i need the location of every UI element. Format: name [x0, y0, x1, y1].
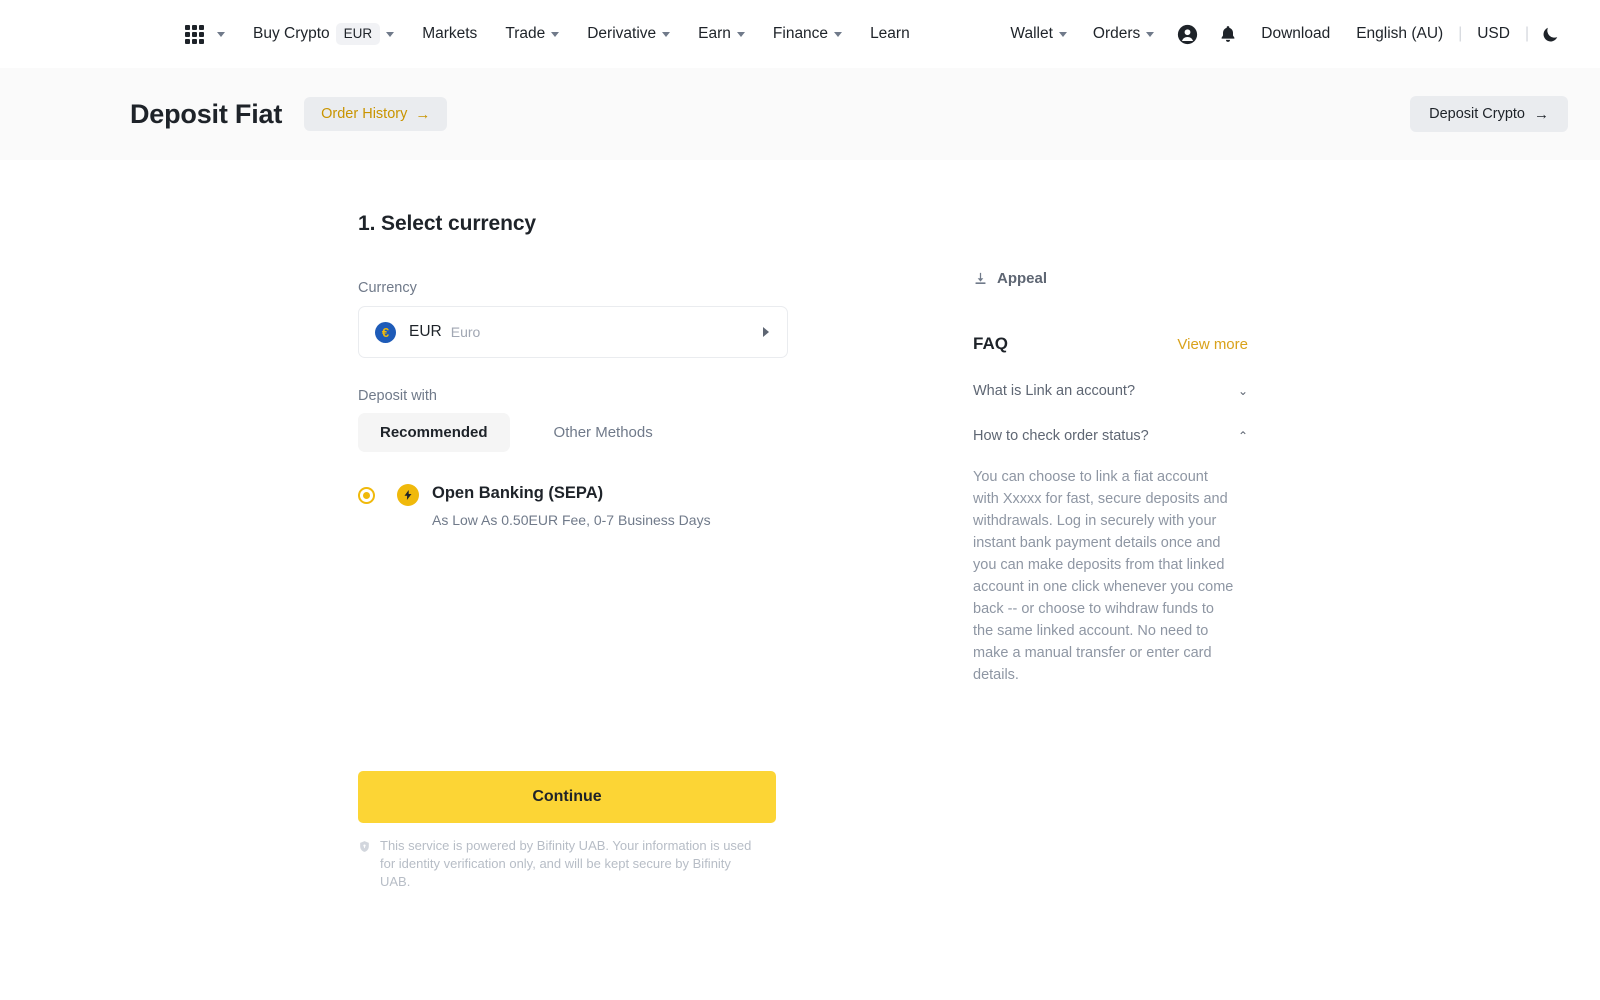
navbar-divider-2: |	[1524, 25, 1529, 42]
main-panel: 1. Select currency Currency € EUR Euro D…	[0, 160, 1600, 1000]
nav-label-language: English (AU)	[1356, 25, 1444, 42]
currency-code: EUR	[409, 323, 442, 340]
deposit-method-tabs: Recommended Other Methods	[358, 413, 788, 452]
nav-label-finance: Finance	[772, 25, 829, 42]
appeal-label: Appeal	[997, 270, 1048, 287]
nav-item-finance[interactable]: Finance	[759, 25, 856, 43]
tab-other-methods[interactable]: Other Methods	[532, 413, 675, 452]
page-title: Deposit Fiat	[130, 98, 283, 129]
chevron-right-icon	[763, 327, 769, 337]
navbar-right-group: Wallet Orders Download English (AU) | US…	[997, 24, 1570, 45]
arrow-right-icon: →	[415, 105, 431, 123]
content-area: 1. Select currency Currency € EUR Euro D…	[0, 212, 1600, 892]
faq-view-more-link[interactable]: View more	[1177, 336, 1248, 353]
faq-question: What is Link an account?	[973, 383, 1136, 399]
theme-toggle-button[interactable]	[1531, 25, 1570, 44]
nav-label-wallet: Wallet	[1010, 25, 1053, 42]
nav-label-buy-crypto: Buy Crypto	[253, 25, 330, 42]
nav-item-markets[interactable]: Markets	[408, 25, 491, 43]
nav-item-buy-crypto[interactable]: Buy Crypto EUR	[239, 22, 408, 46]
tab-recommended[interactable]: Recommended	[358, 413, 510, 452]
nav-label-markets: Markets	[422, 25, 478, 42]
nav-label-trade: Trade	[505, 25, 546, 42]
nav-label-earn: Earn	[698, 25, 731, 42]
top-navbar: Buy Crypto EUR Markets Trade Derivative …	[0, 0, 1600, 68]
chevron-up-icon: ⌃	[1237, 429, 1248, 443]
continue-button[interactable]: Continue	[358, 771, 776, 823]
moon-icon	[1543, 27, 1558, 41]
nav-item-derivative[interactable]: Derivative	[573, 25, 684, 43]
chevron-down-icon	[551, 31, 560, 37]
nav-item-earn[interactable]: Earn	[684, 25, 759, 43]
chevron-down-icon	[662, 31, 671, 37]
deposit-crypto-label: Deposit Crypto	[1429, 106, 1525, 122]
currency-select[interactable]: € EUR Euro	[358, 306, 788, 358]
nav-item-language[interactable]: English (AU)	[1343, 25, 1456, 43]
nav-item-learn[interactable]: Learn	[856, 25, 924, 43]
chevron-down-icon	[834, 31, 843, 37]
faq-item-order-status[interactable]: How to check order status? ⌃	[973, 428, 1248, 444]
nav-currency-badge[interactable]: EUR	[335, 22, 381, 46]
deposit-crypto-button[interactable]: Deposit Crypto →	[1410, 96, 1568, 132]
order-history-button[interactable]: Order History →	[304, 97, 448, 131]
nav-label-derivative: Derivative	[587, 25, 657, 42]
appeal-download-icon	[975, 272, 986, 284]
chevron-down-icon	[1146, 31, 1155, 37]
nav-label-currency: USD	[1477, 25, 1510, 42]
nav-item-trade[interactable]: Trade	[491, 25, 573, 43]
eur-coin-icon: €	[375, 321, 396, 343]
currency-name: Euro	[450, 324, 481, 340]
user-circle-icon	[1178, 24, 1198, 44]
nav-item-download[interactable]: Download	[1248, 25, 1343, 43]
step-title: 1. Select currency	[358, 212, 536, 235]
arrow-right-icon: →	[1534, 105, 1549, 123]
faq-answer-text: You can choose to link a fiat account wi…	[973, 469, 1234, 684]
navbar-left-group: Buy Crypto EUR Markets Trade Derivative …	[185, 22, 924, 46]
payment-method-subtitle: As Low As 0.50EUR Fee, 0-7 Business Days	[432, 512, 711, 528]
faq-header: FAQ View more	[973, 334, 1248, 354]
deposit-form-column: 1. Select currency Currency € EUR Euro D…	[358, 212, 788, 892]
apps-grid-menu[interactable]	[185, 24, 239, 44]
grid-apps-icon	[185, 24, 204, 44]
faq-title: FAQ	[973, 334, 1008, 353]
chevron-down-icon	[386, 31, 395, 37]
deposit-with-label: Deposit with	[358, 388, 437, 404]
bell-icon	[1221, 26, 1235, 42]
payment-method-text: Open Banking (SEPA) As Low As 0.50EUR Fe…	[432, 484, 711, 528]
page-header-band: Deposit Fiat Order History → Deposit Cry…	[0, 68, 1600, 160]
nav-label-orders: Orders	[1092, 25, 1141, 42]
chevron-down-icon	[217, 31, 225, 37]
nav-label-learn: Learn	[870, 25, 910, 42]
order-history-label: Order History	[321, 106, 408, 122]
disclaimer-block: This service is powered by Bifinity UAB.…	[358, 837, 758, 892]
faq-question: How to check order status?	[973, 428, 1149, 444]
profile-button[interactable]	[1167, 24, 1208, 45]
currency-field-label: Currency	[358, 280, 417, 296]
chevron-down-icon: ⌄	[1237, 384, 1248, 398]
shield-icon	[360, 841, 369, 852]
notifications-button[interactable]	[1208, 24, 1248, 44]
payment-method-name: Open Banking (SEPA)	[432, 484, 604, 502]
nav-label-download: Download	[1261, 25, 1331, 42]
chevron-down-icon	[1058, 31, 1067, 37]
faq-item-link-account[interactable]: What is Link an account? ⌄	[973, 383, 1248, 399]
nav-item-orders[interactable]: Orders	[1080, 25, 1167, 43]
radio-open-banking[interactable]	[358, 487, 375, 504]
chevron-down-icon	[736, 31, 745, 37]
navbar-divider-1: |	[1458, 25, 1463, 42]
nav-item-currency[interactable]: USD	[1464, 25, 1523, 43]
faq-sidebar: Appeal FAQ View more What is Link an acc…	[973, 212, 1248, 892]
disclaimer-text: This service is powered by Bifinity UAB.…	[380, 838, 752, 890]
nav-item-wallet[interactable]: Wallet	[997, 25, 1080, 43]
lightning-bolt-icon	[397, 484, 419, 506]
appeal-link[interactable]: Appeal	[973, 270, 1248, 287]
payment-method-open-banking[interactable]: Open Banking (SEPA) As Low As 0.50EUR Fe…	[358, 484, 788, 528]
